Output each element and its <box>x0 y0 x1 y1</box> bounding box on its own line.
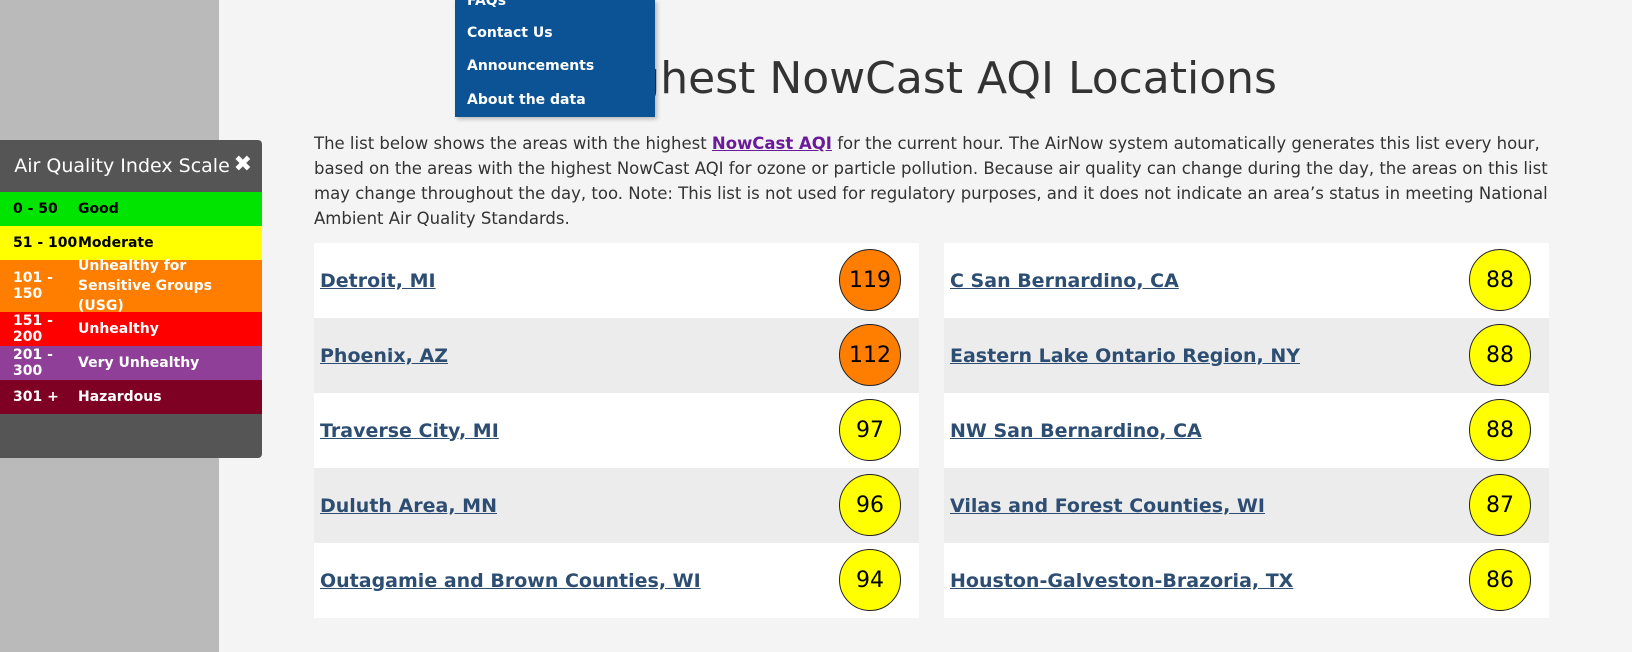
location-row: Detroit, MI 119 <box>314 243 919 318</box>
location-row: Traverse City, MI 97 <box>314 393 919 468</box>
intro-text-before: The list below shows the areas with the … <box>314 134 712 153</box>
location-row: Phoenix, AZ 112 <box>314 318 919 393</box>
location-link[interactable]: Traverse City, MI <box>320 420 499 442</box>
aqi-badge: 96 <box>839 474 901 536</box>
location-row: Duluth Area, MN 96 <box>314 468 919 543</box>
location-row: Eastern Lake Ontario Region, NY 88 <box>944 318 1549 393</box>
close-icon[interactable]: ✖ <box>234 154 252 176</box>
aqi-range: 301 + <box>13 389 59 405</box>
aqi-badge: 97 <box>839 399 901 461</box>
nav-dropdown-menu: FAQs Contact Us Announcements About the … <box>455 0 655 117</box>
menu-item-contact-us[interactable]: Contact Us <box>467 25 553 41</box>
nowcast-aqi-link[interactable]: NowCast AQI <box>712 134 832 153</box>
aqi-category: Unhealthy <box>78 321 159 337</box>
aqi-range: 0 - 50 <box>13 201 58 217</box>
locations-list-left: Detroit, MI 119 Phoenix, AZ 112 Traverse… <box>314 243 919 618</box>
aqi-category: Hazardous <box>78 389 162 405</box>
aqi-badge: 112 <box>839 324 901 386</box>
menu-item-announcements[interactable]: Announcements <box>467 58 594 74</box>
aqi-level-unhealthy: 151 - 200 Unhealthy <box>0 312 262 346</box>
aqi-level-usg: 101 - 150 Unhealthy for Sensitive Groups… <box>0 258 262 314</box>
location-link[interactable]: C San Bernardino, CA <box>950 270 1179 292</box>
location-link[interactable]: Eastern Lake Ontario Region, NY <box>950 345 1300 367</box>
aqi-scale-title: Air Quality Index Scale <box>14 155 230 177</box>
aqi-badge: 88 <box>1469 249 1531 311</box>
aqi-range: 101 - 150 <box>13 270 53 302</box>
aqi-scale-header: Air Quality Index Scale ✖ <box>0 140 262 192</box>
location-link[interactable]: Vilas and Forest Counties, WI <box>950 495 1265 517</box>
locations-list-right: C San Bernardino, CA 88 Eastern Lake Ont… <box>944 243 1549 618</box>
location-link[interactable]: Outagamie and Brown Counties, WI <box>320 570 701 592</box>
location-row: Vilas and Forest Counties, WI 87 <box>944 468 1549 543</box>
aqi-range: 151 - 200 <box>13 313 53 345</box>
aqi-badge: 88 <box>1469 324 1531 386</box>
menu-item-faqs[interactable]: FAQs <box>467 0 506 9</box>
aqi-badge: 119 <box>839 249 901 311</box>
aqi-level-good: 0 - 50 Good <box>0 192 262 226</box>
location-row: C San Bernardino, CA 88 <box>944 243 1549 318</box>
menu-item-about-the-data[interactable]: About the data <box>467 92 586 108</box>
aqi-badge: 86 <box>1469 549 1531 611</box>
location-link[interactable]: Duluth Area, MN <box>320 495 497 517</box>
aqi-scale-panel: Air Quality Index Scale ✖ 0 - 50 Good 51… <box>0 140 262 458</box>
aqi-level-hazardous: 301 + Hazardous <box>0 380 262 414</box>
aqi-badge: 94 <box>839 549 901 611</box>
aqi-badge: 88 <box>1469 399 1531 461</box>
location-link[interactable]: Detroit, MI <box>320 270 436 292</box>
aqi-badge: 87 <box>1469 474 1531 536</box>
location-row: Outagamie and Brown Counties, WI 94 <box>314 543 919 618</box>
aqi-level-very-unhealthy: 201 - 300 Very Unhealthy <box>0 346 262 380</box>
aqi-category: Very Unhealthy <box>78 355 200 371</box>
location-link[interactable]: Phoenix, AZ <box>320 345 448 367</box>
location-row: Houston-Galveston-Brazoria, TX 86 <box>944 543 1549 618</box>
aqi-category: Unhealthy for Sensitive Groups (USG) <box>78 258 212 314</box>
location-link[interactable]: Houston-Galveston-Brazoria, TX <box>950 570 1293 592</box>
aqi-category: Good <box>78 201 119 217</box>
aqi-range: 51 - 100 <box>13 235 78 251</box>
location-row: NW San Bernardino, CA 88 <box>944 393 1549 468</box>
aqi-category: Moderate <box>78 235 154 251</box>
aqi-range: 201 - 300 <box>13 347 53 379</box>
location-link[interactable]: NW San Bernardino, CA <box>950 420 1202 442</box>
intro-paragraph: The list below shows the areas with the … <box>314 131 1584 231</box>
aqi-level-moderate: 51 - 100 Moderate <box>0 226 262 260</box>
